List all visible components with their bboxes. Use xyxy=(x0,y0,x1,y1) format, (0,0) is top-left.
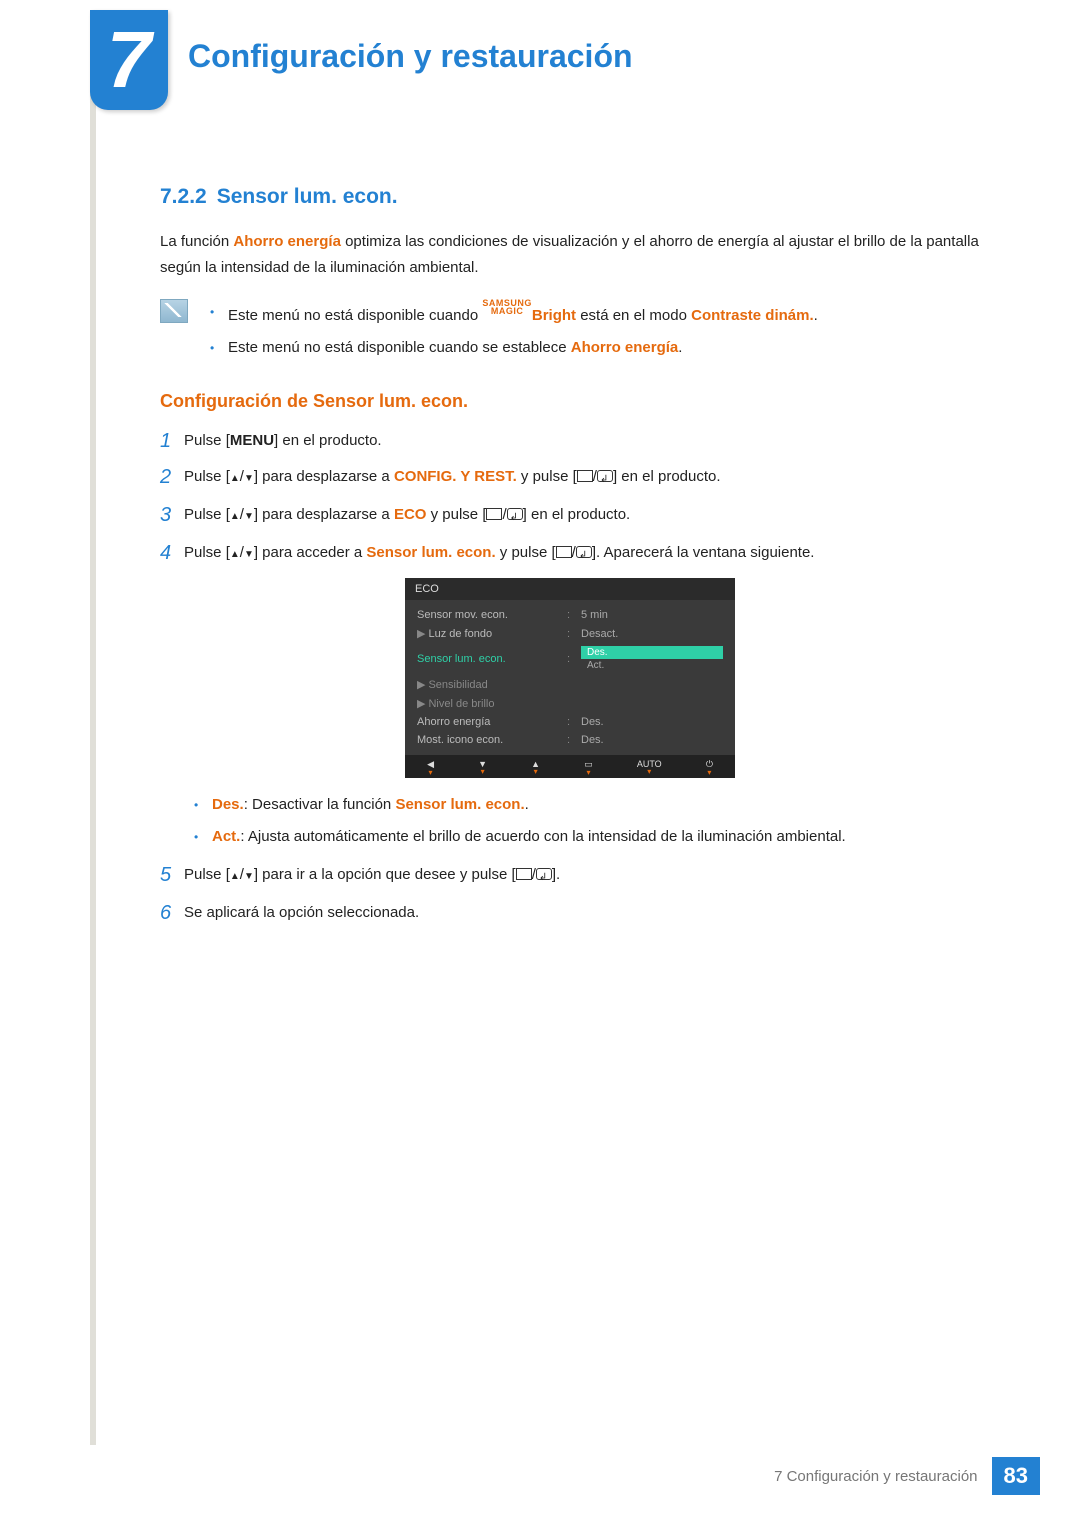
menu-key: MENU xyxy=(230,432,274,449)
step-number: 4 xyxy=(160,540,184,568)
up-down-icon: ▲/▼ xyxy=(230,506,254,523)
page-number: 83 xyxy=(992,1457,1040,1495)
osd-auto-label: AUTO▾ xyxy=(637,759,662,776)
step-number: 2 xyxy=(160,464,184,492)
osd-title: ECO xyxy=(405,578,735,600)
osd-label: Ahorro energía xyxy=(417,716,567,728)
step-number: 6 xyxy=(160,900,184,926)
osd-value: Des. xyxy=(581,716,723,728)
osd-footer: ◀▾ ▼▾ ▲▾ ▭▾ AUTO▾ ⏻▾ xyxy=(405,755,735,778)
osd-label: Sensor mov. econ. xyxy=(417,609,567,621)
osd-row-selected: Sensor lum. econ. : Des. Act. xyxy=(405,643,735,675)
osd-value: 5 min xyxy=(581,609,723,621)
samsung-magic-icon: SAMSUNGMAGIC xyxy=(482,299,532,315)
up-down-icon: ▲/▼ xyxy=(230,468,254,485)
osd-body: Sensor mov. econ. : 5 min ▶Luz de fondo … xyxy=(405,600,735,749)
osd-option: Act. xyxy=(581,659,723,672)
osd-mode-icon: ▭▾ xyxy=(584,759,593,776)
select-enter-icon: / xyxy=(486,506,522,523)
osd-row: ▶Luz de fondo : Desact. xyxy=(405,624,735,643)
osd-row: ▶Sensibilidad xyxy=(405,675,735,694)
osd-row: Ahorro energía : Des. xyxy=(405,713,735,731)
select-enter-icon: / xyxy=(577,468,613,485)
note-item: Este menú no está disponible cuando SAMS… xyxy=(206,299,980,329)
osd-power-icon: ⏻▾ xyxy=(706,759,713,776)
section-number: 7.2.2 xyxy=(160,185,207,208)
footer-chapter-ref: 7 Configuración y restauración xyxy=(774,1468,977,1485)
osd-row: Most. icono econ. : Des. xyxy=(405,731,735,749)
note-item: Este menú no está disponible cuando se e… xyxy=(206,335,980,361)
config-heading: Configuración de Sensor lum. econ. xyxy=(160,391,980,412)
intro-paragraph: La función Ahorro energía optimiza las c… xyxy=(160,229,980,281)
note-list: Este menú no está disponible cuando SAMS… xyxy=(206,299,980,367)
note-icon xyxy=(160,299,188,323)
step-number: 5 xyxy=(160,862,184,890)
up-down-icon: ▲/▼ xyxy=(230,544,254,561)
select-enter-icon: / xyxy=(516,866,552,883)
up-down-icon: ▲/▼ xyxy=(230,866,254,883)
term-ahorro-energia: Ahorro energía xyxy=(233,233,341,250)
osd-dropdown: Des. Act. xyxy=(581,646,723,672)
step-4: 4 Pulse [▲/▼] para acceder a Sensor lum.… xyxy=(160,540,980,568)
page-footer: 7 Configuración y restauración 83 xyxy=(774,1457,1040,1495)
osd-row: Sensor mov. econ. : 5 min xyxy=(405,606,735,624)
step-6: 6 Se aplicará la opción seleccionada. xyxy=(160,900,980,926)
chapter-number-badge: 7 xyxy=(90,10,168,110)
step-number: 1 xyxy=(160,428,184,454)
osd-option-selected: Des. xyxy=(581,646,723,659)
section-title: Sensor lum. econ. xyxy=(217,185,398,208)
osd-label: Sensor lum. econ. xyxy=(417,653,567,665)
section-heading: 7.2.2 Sensor lum. econ. xyxy=(160,185,980,209)
step-1: 1 Pulse [MENU] en el producto. xyxy=(160,428,980,454)
osd-value: Desact. xyxy=(581,628,723,640)
osd-label: ▶Nivel de brillo xyxy=(417,697,567,710)
step-5: 5 Pulse [▲/▼] para ir a la opción que de… xyxy=(160,862,980,890)
osd-value: Des. xyxy=(581,734,723,746)
note-block: Este menú no está disponible cuando SAMS… xyxy=(160,299,980,367)
step-number: 3 xyxy=(160,502,184,530)
option-des: Des.: Desactivar la función Sensor lum. … xyxy=(190,792,980,818)
option-act: Act.: Ajusta automáticamente el brillo d… xyxy=(190,824,980,850)
osd-label: Most. icono econ. xyxy=(417,734,567,746)
option-list: Des.: Desactivar la función Sensor lum. … xyxy=(190,792,980,850)
osd-back-icon: ◀▾ xyxy=(427,759,434,776)
osd-label: ▶Sensibilidad xyxy=(417,678,567,691)
osd-row: ▶Nivel de brillo xyxy=(405,694,735,713)
osd-up-icon: ▲▾ xyxy=(531,759,540,776)
osd-down-icon: ▼▾ xyxy=(478,759,487,776)
left-stripe xyxy=(90,15,96,1445)
select-enter-icon: / xyxy=(556,544,592,561)
step-2: 2 Pulse [▲/▼] para desplazarse a CONFIG.… xyxy=(160,464,980,492)
chapter-title: Configuración y restauración xyxy=(188,38,633,75)
osd-panel: ECO Sensor mov. econ. : 5 min ▶Luz de fo… xyxy=(405,578,735,778)
step-3: 3 Pulse [▲/▼] para desplazarse a ECO y p… xyxy=(160,502,980,530)
osd-label: ▶Luz de fondo xyxy=(417,627,567,640)
